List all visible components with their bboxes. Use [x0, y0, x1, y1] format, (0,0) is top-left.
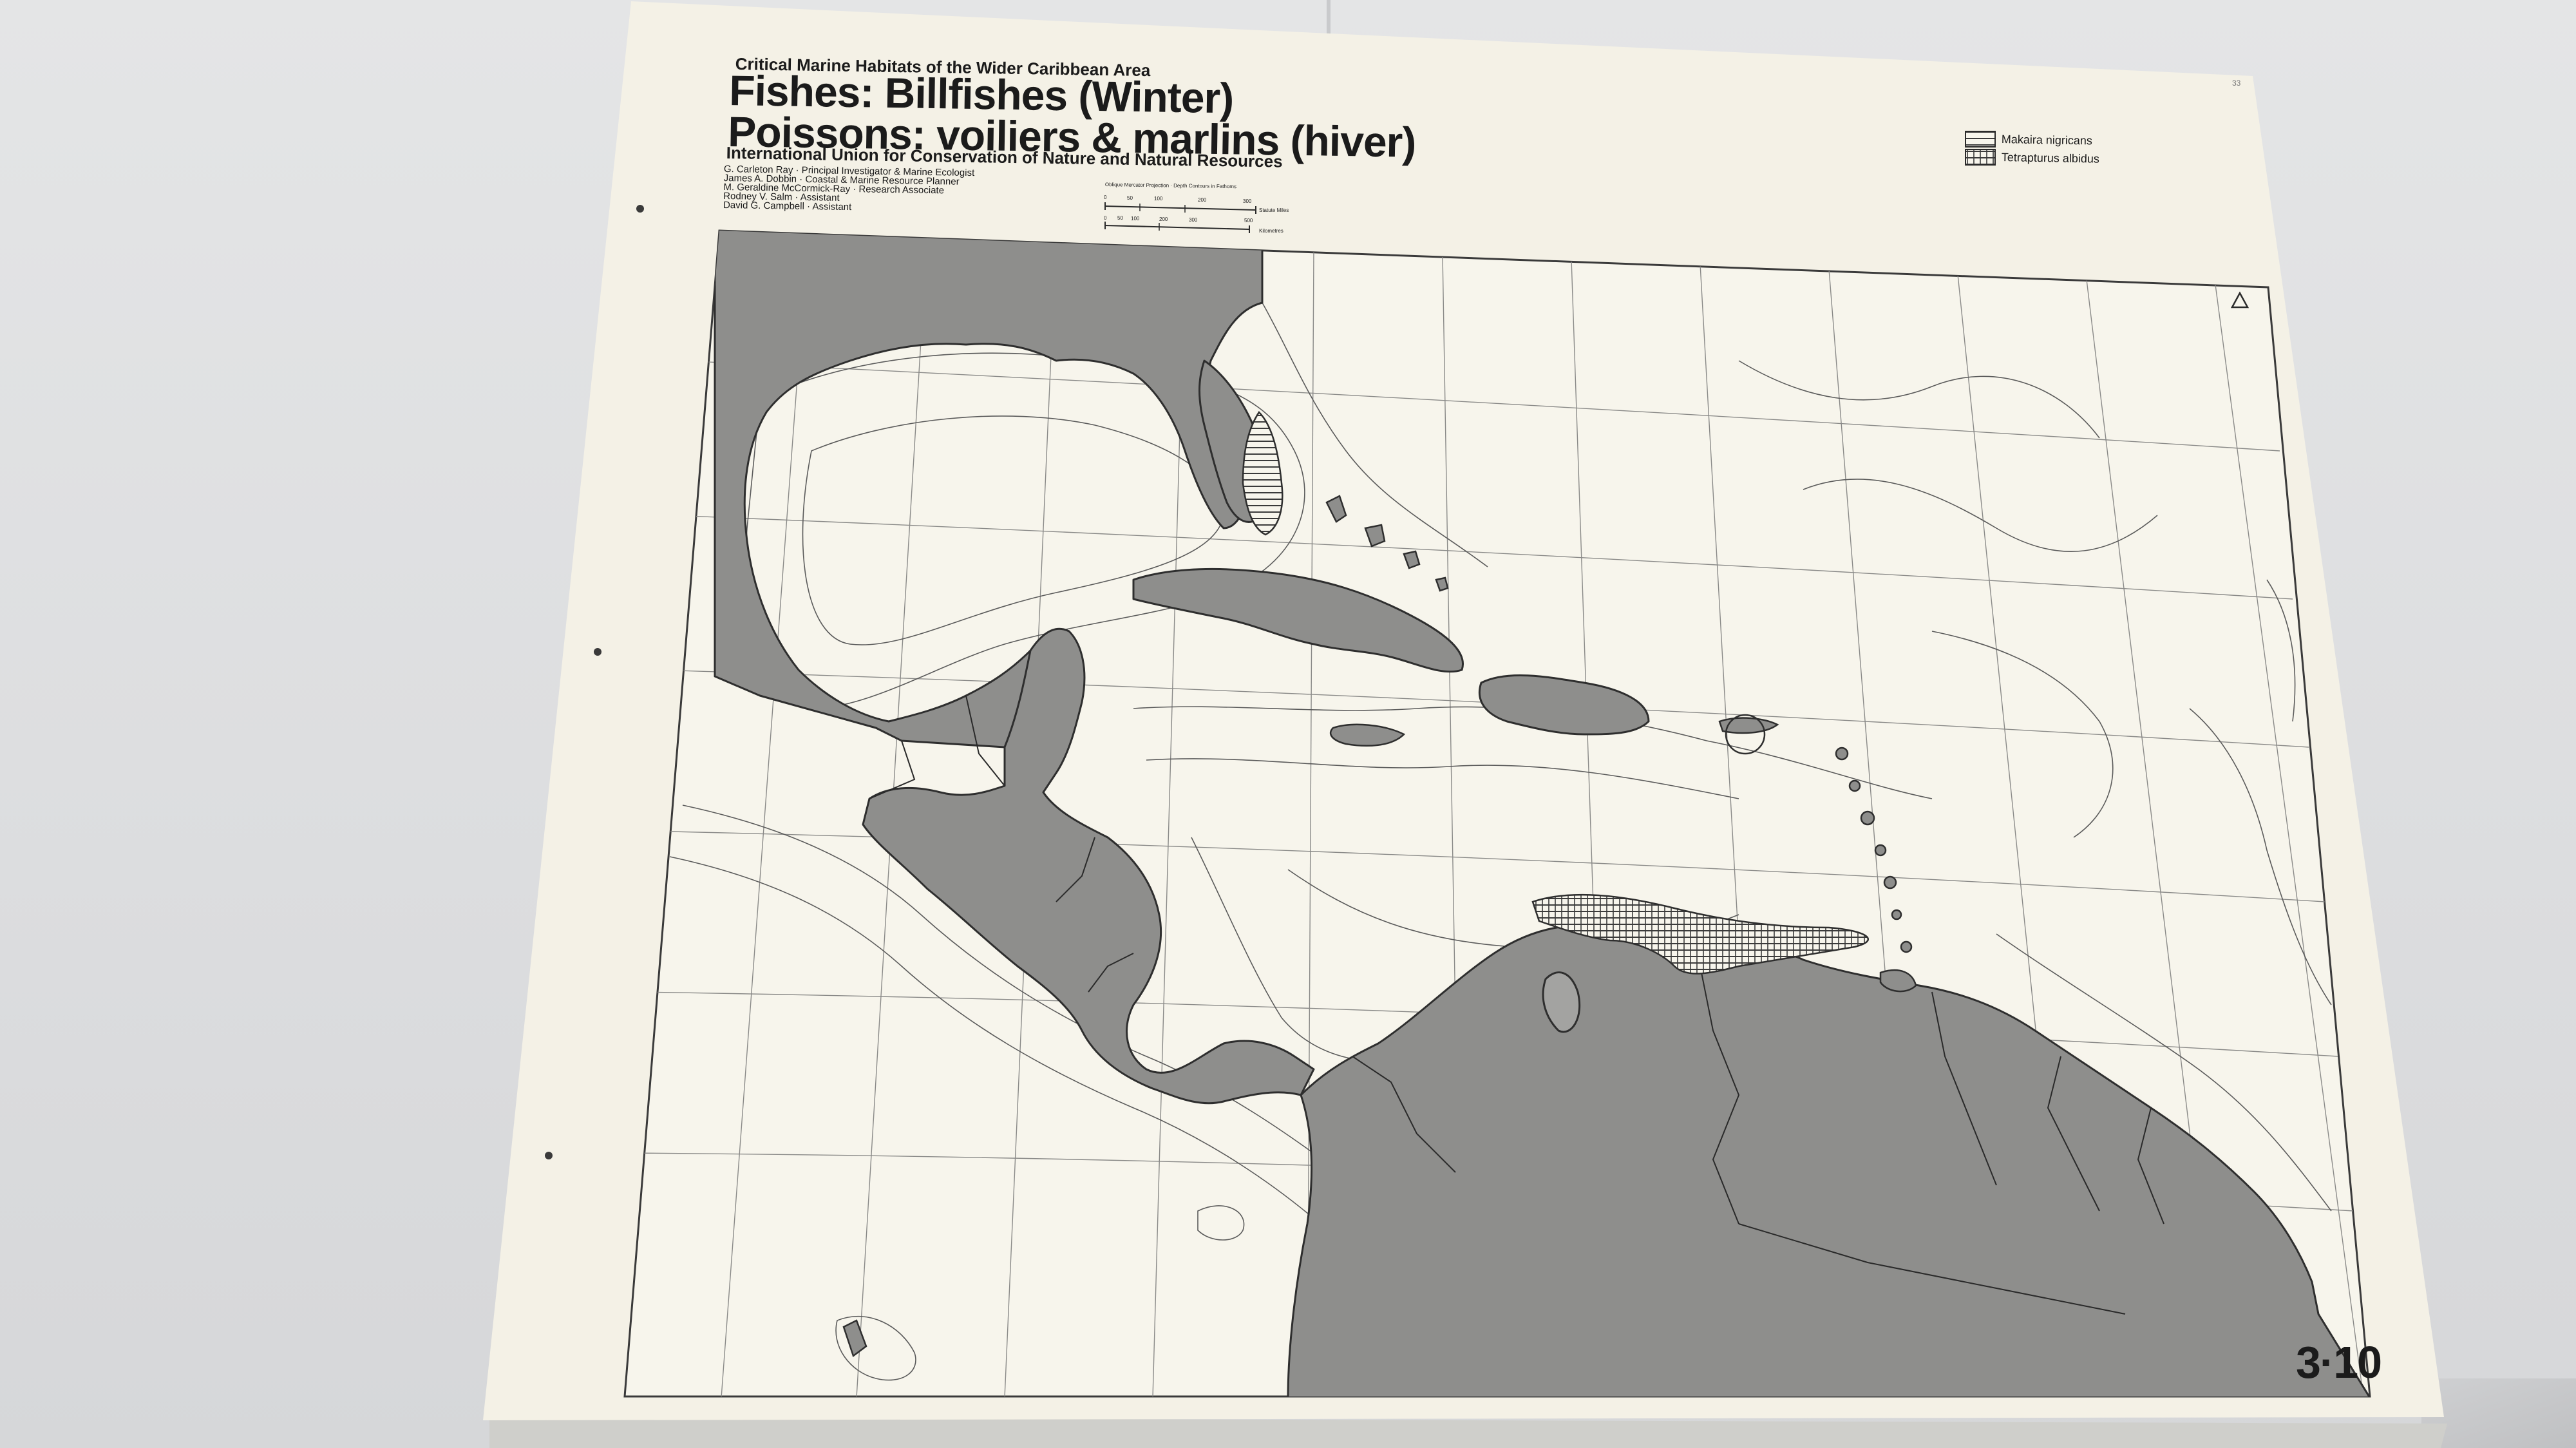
- legend-swatch-tetrapturus: [1965, 149, 1996, 166]
- lesser-antilles-island: [1848, 779, 1861, 792]
- paper-shadow: [489, 1417, 2447, 1448]
- binder-hole: [545, 1152, 553, 1159]
- lesser-antilles-island: [1883, 875, 1897, 890]
- lesser-antilles-island: [1891, 909, 1902, 920]
- binder-hole: [636, 205, 644, 213]
- lesser-antilles-island: [1900, 940, 1913, 953]
- lesser-antilles-island: [1860, 810, 1875, 826]
- lesser-antilles-island: [1835, 747, 1849, 761]
- lesser-antilles-island: [1874, 844, 1887, 857]
- map-sheet: [483, 1, 2447, 1448]
- legend-swatch-makaira: [1965, 131, 1996, 148]
- binder-hole: [594, 648, 601, 656]
